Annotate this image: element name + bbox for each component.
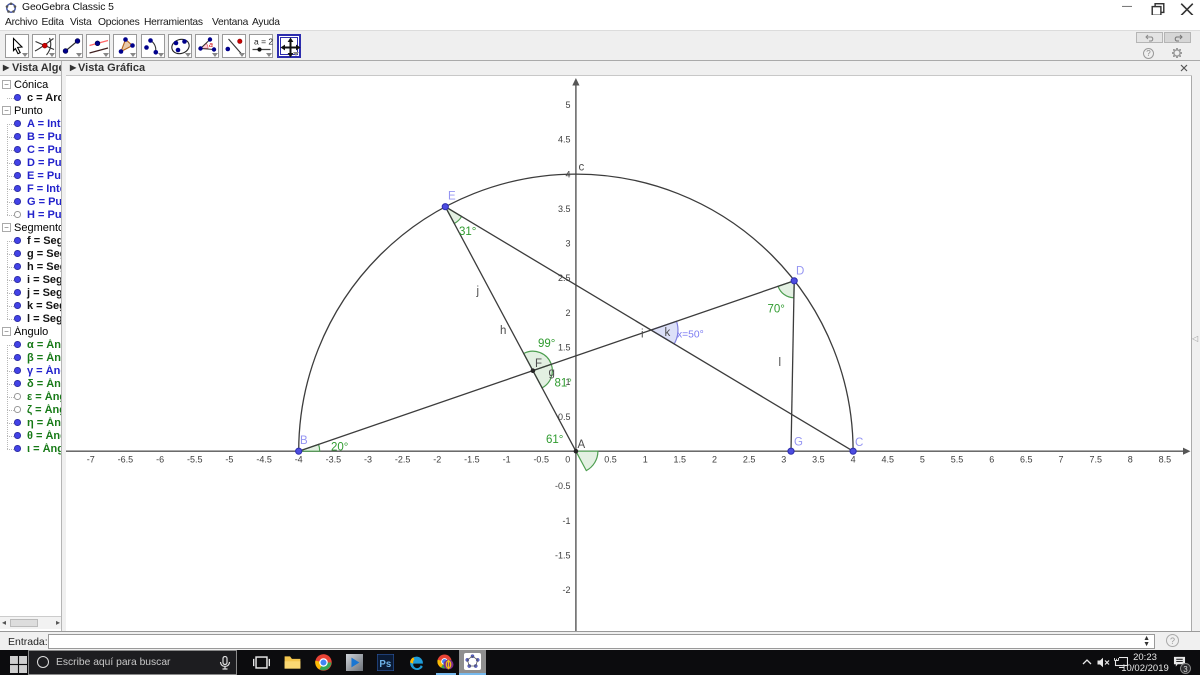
svg-text:4.5: 4.5	[558, 135, 571, 145]
svg-text:A: A	[578, 439, 586, 451]
svg-text:-1: -1	[562, 516, 570, 526]
svg-text:6: 6	[989, 455, 994, 465]
svg-text:5.5: 5.5	[951, 455, 964, 465]
svg-text:3.5: 3.5	[558, 204, 571, 214]
svg-text:3.5: 3.5	[812, 455, 825, 465]
svg-text:6.5: 6.5	[1020, 455, 1033, 465]
svg-text:-4.5: -4.5	[256, 455, 272, 465]
svg-text:1.5: 1.5	[674, 455, 687, 465]
svg-text:x=50°: x=50°	[677, 330, 704, 341]
svg-text:h: h	[500, 325, 506, 337]
svg-text:E: E	[448, 191, 456, 203]
svg-text:F: F	[535, 358, 542, 370]
svg-text:8: 8	[1128, 455, 1133, 465]
svg-text:1.5: 1.5	[558, 343, 571, 353]
svg-text:-4: -4	[295, 455, 303, 465]
svg-text:1: 1	[643, 455, 648, 465]
svg-text:3: 3	[781, 455, 786, 465]
svg-text:B: B	[300, 435, 308, 447]
svg-text:20°: 20°	[331, 442, 348, 454]
svg-text:-2.5: -2.5	[395, 455, 411, 465]
svg-text:-3.5: -3.5	[326, 455, 342, 465]
svg-text:-0.5: -0.5	[555, 481, 571, 491]
svg-text:a: a	[209, 42, 213, 49]
svg-text:D: D	[796, 266, 804, 278]
svg-text:-2: -2	[433, 455, 441, 465]
svg-text:70°: 70°	[768, 304, 785, 316]
svg-text:99°: 99°	[538, 338, 555, 350]
svg-text:-3: -3	[364, 455, 372, 465]
svg-text:4: 4	[851, 455, 856, 465]
svg-text:G: G	[794, 437, 803, 449]
svg-text:7.5: 7.5	[1089, 455, 1102, 465]
svg-text:3: 3	[565, 239, 570, 249]
svg-text:2: 2	[565, 308, 570, 318]
svg-text:-1.5: -1.5	[464, 455, 480, 465]
svg-text:2: 2	[712, 455, 717, 465]
svg-text:a = 2: a = 2	[254, 37, 273, 47]
svg-text:Ps: Ps	[379, 659, 391, 670]
svg-text:4.5: 4.5	[882, 455, 895, 465]
svg-text:-2: -2	[562, 585, 570, 595]
svg-text:-5: -5	[225, 455, 233, 465]
svg-text:0.5: 0.5	[604, 455, 617, 465]
svg-text:81°: 81°	[555, 378, 572, 390]
svg-text:-6: -6	[156, 455, 164, 465]
svg-text:5: 5	[920, 455, 925, 465]
svg-text:8.5: 8.5	[1159, 455, 1172, 465]
svg-text:l: l	[779, 357, 782, 369]
svg-text:2.5: 2.5	[743, 455, 756, 465]
svg-text:-6.5: -6.5	[118, 455, 134, 465]
svg-text:c: c	[579, 162, 585, 174]
svg-text:0: 0	[565, 455, 570, 465]
svg-text:k: k	[665, 327, 671, 339]
svg-text:-1.5: -1.5	[555, 550, 571, 560]
svg-text:-1: -1	[503, 455, 511, 465]
svg-text:i: i	[641, 329, 644, 341]
svg-text:31°: 31°	[459, 226, 476, 238]
svg-text:-0.5: -0.5	[533, 455, 549, 465]
svg-text:-7: -7	[87, 455, 95, 465]
svg-text:-5.5: -5.5	[187, 455, 203, 465]
svg-text:j: j	[476, 286, 480, 298]
svg-text:C: C	[855, 437, 863, 449]
svg-text:5: 5	[565, 100, 570, 110]
svg-text:61°: 61°	[546, 434, 563, 446]
svg-text:7: 7	[1058, 455, 1063, 465]
